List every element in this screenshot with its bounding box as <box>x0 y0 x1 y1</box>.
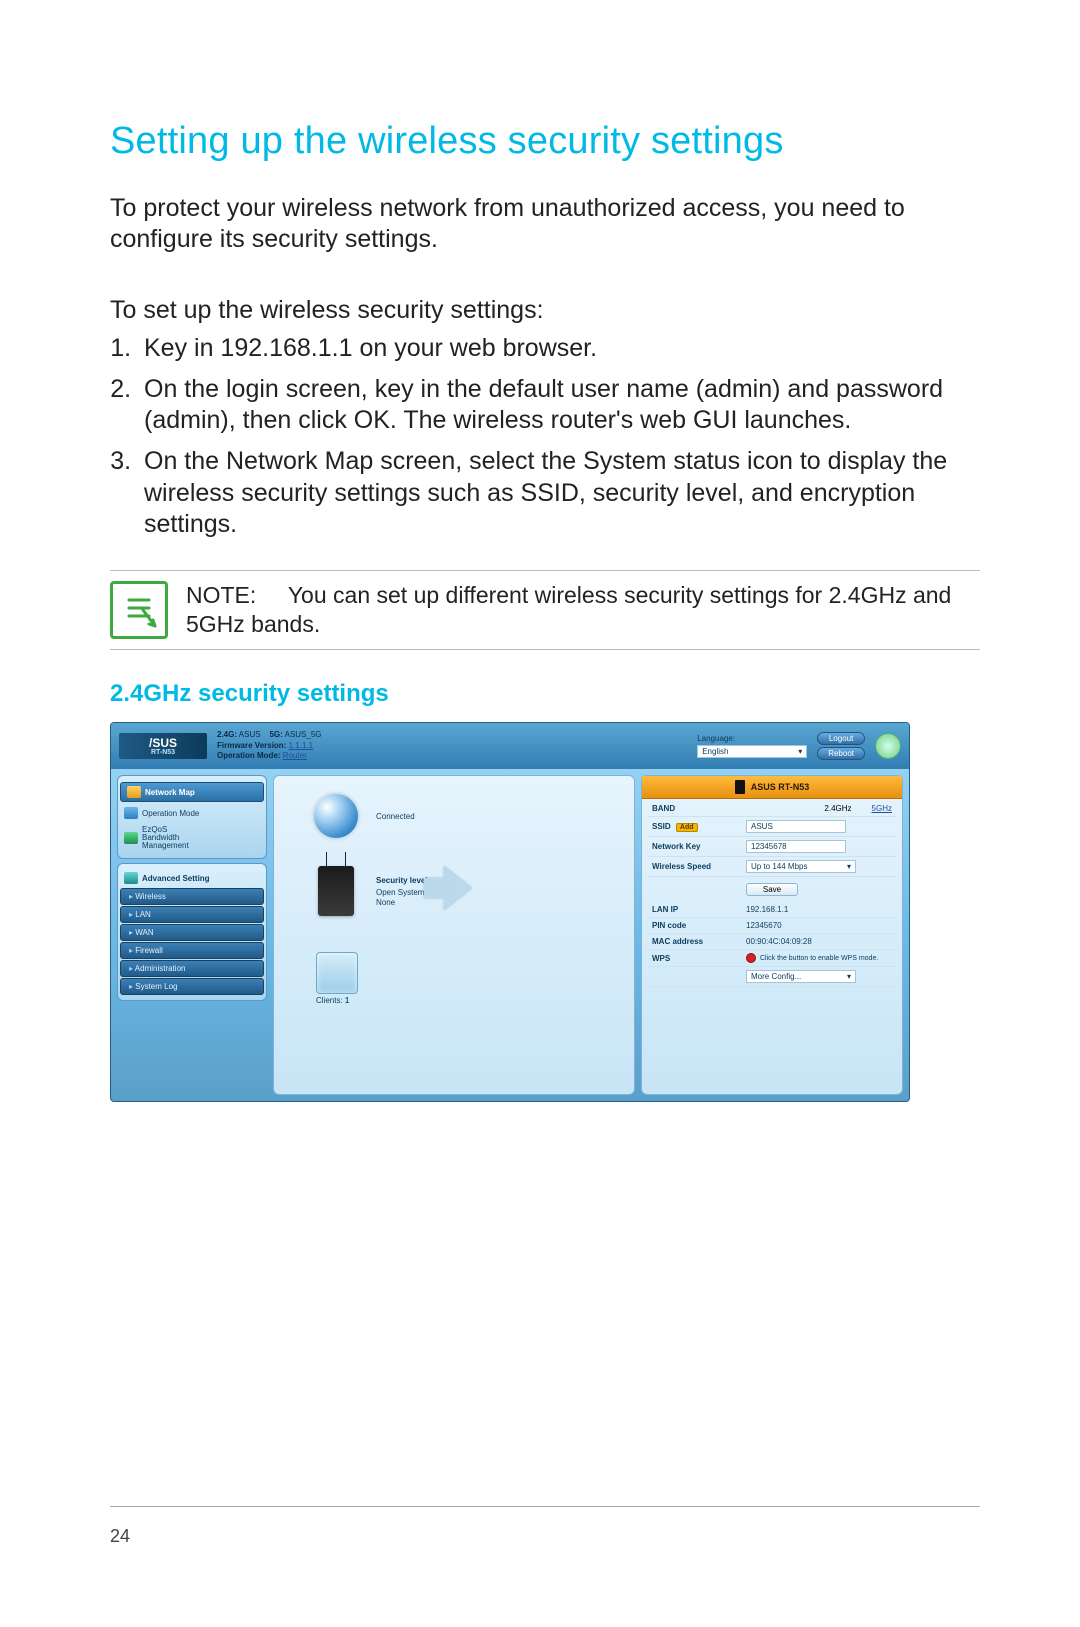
top-info: 2.4G: ASUS 5G: ASUS_5G Firmware Version:… <box>217 730 687 761</box>
sidebar-item-network-map[interactable]: Network Map <box>120 782 264 802</box>
sidebar-item-ezqos[interactable]: EzQoS Bandwidth Management <box>120 823 264 853</box>
clients-text: Clients: <box>316 996 343 1005</box>
footer-rule <box>110 1506 980 1507</box>
sidebar-item-operation-mode[interactable]: Operation Mode <box>120 804 264 822</box>
asus-logo: /SUS RT-N53 <box>119 733 207 759</box>
status-title: ASUS RT-N53 <box>751 782 810 792</box>
wireless-speed-label: Wireless Speed <box>648 857 742 877</box>
ssid-add-button[interactable]: Add <box>676 823 698 832</box>
note-block: NOTE: You can set up different wireless … <box>110 570 980 650</box>
sidebar-item-wireless[interactable]: Wireless <box>120 888 264 905</box>
security-level-value: Open System <box>376 888 424 897</box>
sidebar-label: Management <box>142 842 189 850</box>
internet-globe-icon[interactable] <box>314 794 358 838</box>
label-fw: Firmware Version: <box>217 741 286 750</box>
subsection-title: 2.4GHz security settings <box>110 680 980 708</box>
ssid-label: SSID Add <box>648 817 742 837</box>
wps-label: WPS <box>648 950 742 967</box>
mac-label: MAC address <box>648 934 742 950</box>
save-button[interactable]: Save <box>746 883 798 896</box>
wps-text: Click the button to enable WPS mode. <box>760 955 878 962</box>
speed-value: Up to 144 Mbps <box>751 862 807 871</box>
opmode-icon <box>124 807 138 819</box>
intro-paragraph: To protect your wireless network from un… <box>110 193 980 256</box>
wireless-speed-select[interactable]: Up to 144 Mbps <box>746 860 856 873</box>
network-key-label: Network Key <box>648 837 742 857</box>
steps-list: Key in 192.168.1.1 on your web browser. … <box>138 333 980 541</box>
sidebar-item-advanced[interactable]: Advanced Setting <box>120 869 264 887</box>
logo-text: /SUS <box>149 737 177 749</box>
language-value: English <box>702 747 728 756</box>
language-block: Language: English <box>697 734 807 758</box>
clients-count: 1 <box>345 996 349 1005</box>
advanced-icon <box>124 872 138 884</box>
router-gui-screenshot: /SUS RT-N53 2.4G: ASUS 5G: ASUS_5G Firmw… <box>110 722 910 1102</box>
ezqos-icon <box>124 832 138 844</box>
sidebar-item-firewall[interactable]: Firewall <box>120 942 264 959</box>
security-level-none: None <box>376 898 395 907</box>
sidebar-label: Advanced Setting <box>142 874 210 883</box>
sidebar-item-administration[interactable]: Administration <box>120 960 264 977</box>
steps-heading: To set up the wireless security settings… <box>110 296 980 325</box>
more-config-text: More Config... <box>751 972 801 981</box>
band-tab-5[interactable]: 5GHz <box>872 804 892 813</box>
arrow-icon <box>444 866 472 910</box>
sidebar-item-system-log[interactable]: System Log <box>120 978 264 995</box>
value-24g: ASUS <box>239 730 261 739</box>
router-sidebar: Network Map Operation Mode EzQoS Bandwid… <box>117 775 267 1095</box>
sidebar-label: Network Map <box>145 788 195 797</box>
label-24g: 2.4G: <box>217 730 237 739</box>
wizard-icon[interactable] <box>875 733 901 759</box>
pin-value: 12345670 <box>742 918 896 934</box>
sidebar-item-wan[interactable]: WAN <box>120 924 264 941</box>
note-icon <box>110 581 168 639</box>
firmware-link[interactable]: 1.1.1.1 <box>289 741 313 750</box>
router-topbar: /SUS RT-N53 2.4G: ASUS 5G: ASUS_5G Firmw… <box>111 723 909 769</box>
reboot-button[interactable]: Reboot <box>817 747 865 760</box>
security-level-label: Security level: <box>376 876 430 885</box>
network-map-panel: Connected Security level: Open System No… <box>273 775 635 1095</box>
opmode-link[interactable]: Router <box>283 751 307 760</box>
clients-icon[interactable] <box>316 952 358 994</box>
status-header: ASUS RT-N53 <box>642 776 902 799</box>
note-label: NOTE: <box>186 582 256 608</box>
status-connected: Connected <box>376 812 415 821</box>
network-key-input[interactable]: 12345678 <box>746 840 846 853</box>
note-text: NOTE: You can set up different wireless … <box>186 581 980 639</box>
sidebar-item-lan[interactable]: LAN <box>120 906 264 923</box>
wps-button[interactable] <box>746 953 756 963</box>
lan-ip-value: 192.168.1.1 <box>742 902 896 918</box>
more-config-select[interactable]: More Config... <box>746 970 856 983</box>
clients-label: Clients: 1 <box>316 996 349 1005</box>
section-title: Setting up the wireless security setting… <box>110 120 980 163</box>
band-label: BAND <box>648 801 742 817</box>
language-label: Language: <box>697 734 807 743</box>
step-3: On the Network Map screen, select the Sy… <box>138 446 980 540</box>
mac-value: 00:90:4C:04:09:28 <box>742 934 896 950</box>
value-5g: ASUS_5G <box>285 730 322 739</box>
step-2: On the login screen, key in the default … <box>138 374 980 437</box>
logout-button[interactable]: Logout <box>817 732 865 745</box>
page-number: 24 <box>110 1526 130 1547</box>
system-status-panel: ASUS RT-N53 BAND 2.4GHz 5GHz <box>641 775 903 1095</box>
pin-label: PIN code <box>648 918 742 934</box>
language-select[interactable]: English <box>697 745 807 758</box>
mini-router-icon <box>735 780 745 794</box>
label-opmode: Operation Mode: <box>217 751 281 760</box>
step-1: Key in 192.168.1.1 on your web browser. <box>138 333 980 364</box>
label-5g: 5G: <box>269 730 282 739</box>
note-body: You can set up different wireless securi… <box>186 582 951 637</box>
network-map-icon <box>127 786 141 798</box>
logo-model: RT-N53 <box>151 749 175 756</box>
sidebar-label: Operation Mode <box>142 809 199 818</box>
ssid-input[interactable]: ASUS <box>746 820 846 833</box>
router-device-icon[interactable] <box>318 866 354 916</box>
band-tab-24[interactable]: 2.4GHz <box>824 804 851 813</box>
lan-ip-label: LAN IP <box>648 902 742 918</box>
